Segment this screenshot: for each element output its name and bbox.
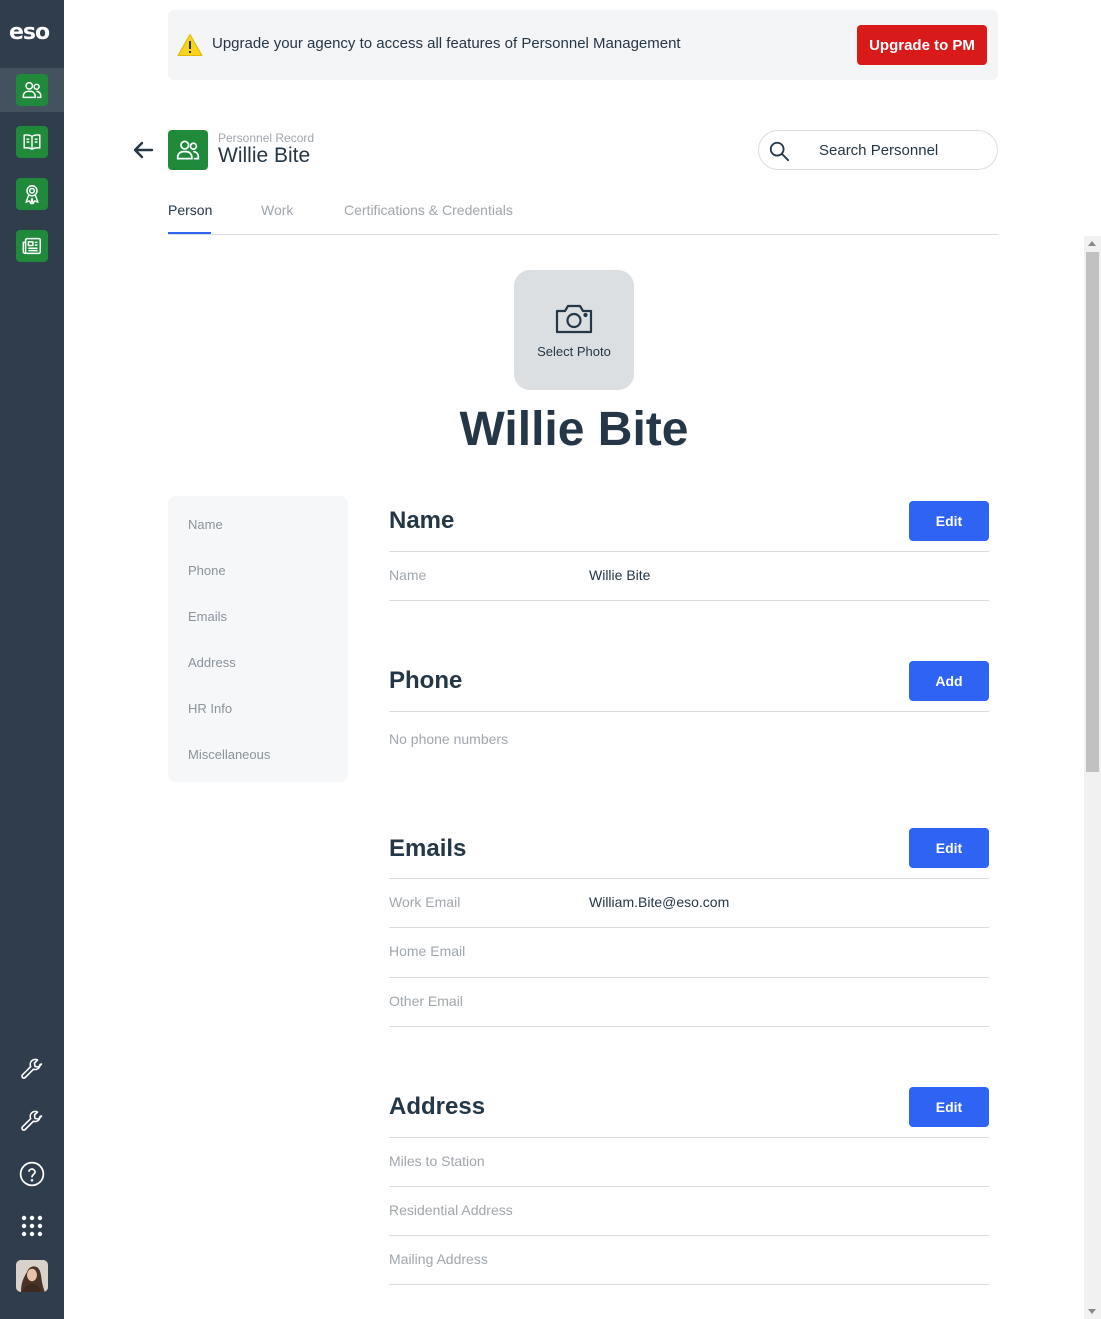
rail-tools-button-2[interactable] <box>16 1106 48 1138</box>
newspaper-icon <box>22 237 41 255</box>
add-phone-button[interactable]: Add <box>909 661 989 701</box>
mailing-address-label: Mailing Address <box>389 1251 488 1267</box>
tab-work[interactable]: Work <box>261 202 293 218</box>
rail-news-button[interactable] <box>16 230 48 262</box>
scrollbar[interactable] <box>1084 236 1101 1319</box>
app-grid-icon <box>21 1215 43 1237</box>
divider <box>389 551 989 552</box>
divider <box>389 1284 989 1285</box>
wrench-icon <box>21 1058 43 1079</box>
select-photo-button[interactable]: Select Photo <box>514 270 634 390</box>
section-nav-phone[interactable]: Phone <box>188 563 226 578</box>
section-nav-address[interactable]: Address <box>188 655 236 670</box>
people-icon <box>22 81 42 99</box>
rail-certifications-button[interactable] <box>16 178 48 210</box>
divider <box>389 1026 989 1027</box>
upgrade-message: Upgrade your agency to access all featur… <box>212 35 681 52</box>
edit-name-button[interactable]: Edit <box>909 501 989 541</box>
section-nav-emails[interactable]: Emails <box>188 609 227 624</box>
scroll-up-arrow[interactable] <box>1088 241 1096 246</box>
upgrade-banner: Upgrade your agency to access all featur… <box>168 10 998 80</box>
home-email-label: Home Email <box>389 943 466 959</box>
address-section-title: Address <box>389 1093 486 1120</box>
divider <box>389 1186 989 1187</box>
rail-help-button[interactable] <box>16 1158 48 1190</box>
divider <box>389 977 989 978</box>
rail-apps-button[interactable] <box>16 1210 48 1242</box>
section-nav-hr-info[interactable]: HR Info <box>188 701 232 716</box>
scroll-thumb[interactable] <box>1086 252 1099 772</box>
eso-logo: eso <box>9 20 50 45</box>
upgrade-button[interactable]: Upgrade to PM <box>857 25 987 65</box>
name-section-title: Name <box>389 507 455 534</box>
section-nav-miscellaneous[interactable]: Miscellaneous <box>188 747 270 762</box>
people-icon <box>176 140 200 160</box>
miles-to-station-label: Miles to Station <box>389 1153 485 1169</box>
app-rail: eso <box>0 0 64 1319</box>
tab-certifications[interactable]: Certifications & Credentials <box>344 202 513 218</box>
residential-address-label: Residential Address <box>389 1202 513 1218</box>
divider <box>389 1137 989 1138</box>
record-type-label: Personnel Record <box>218 131 315 145</box>
app-root: eso Upgrade your agency to access all fe… <box>0 0 1101 1319</box>
edit-address-button[interactable]: Edit <box>909 1087 989 1127</box>
phone-section-title: Phone <box>389 667 463 694</box>
divider <box>389 927 989 928</box>
record-tabs: Person Work Certifications & Credentials <box>168 200 998 235</box>
section-nav: Name Phone Emails Address HR Info Miscel… <box>168 496 348 782</box>
work-email-value: William.Bite@eso.com <box>589 894 730 910</box>
work-email-label: Work Email <box>389 894 461 910</box>
search-icon <box>769 141 790 162</box>
select-photo-label: Select Photo <box>537 344 611 359</box>
wrench-icon <box>21 1110 43 1131</box>
divider <box>389 711 989 712</box>
divider <box>389 878 989 879</box>
book-icon <box>23 134 41 151</box>
divider <box>389 600 989 601</box>
rail-training-button[interactable] <box>16 126 48 158</box>
phone-empty-text: No phone numbers <box>389 731 509 747</box>
warning-icon <box>177 34 203 56</box>
back-arrow-icon[interactable] <box>132 138 156 162</box>
active-tab-indicator <box>168 232 211 234</box>
scroll-down-arrow[interactable] <box>1088 1309 1096 1314</box>
rail-personnel-button[interactable] <box>16 74 48 106</box>
tab-person[interactable]: Person <box>168 202 212 218</box>
camera-icon <box>555 304 593 334</box>
name-field-value: Willie Bite <box>589 567 651 583</box>
other-email-label: Other Email <box>389 993 463 1009</box>
personnel-record-icon <box>168 130 208 170</box>
record-name: Willie Bite <box>218 144 311 167</box>
section-nav-name[interactable]: Name <box>188 517 223 532</box>
search-placeholder: Search Personnel <box>819 142 939 159</box>
profile-display-name: Willie Bite <box>459 403 689 456</box>
search-personnel-input[interactable]: Search Personnel <box>758 130 998 170</box>
user-avatar[interactable] <box>16 1260 48 1292</box>
rail-tools-button-1[interactable] <box>16 1054 48 1086</box>
divider <box>389 1235 989 1236</box>
edit-emails-button[interactable]: Edit <box>909 828 989 868</box>
help-circle-icon <box>19 1161 45 1187</box>
name-field-label: Name <box>389 567 427 583</box>
emails-section-title: Emails <box>389 835 467 862</box>
award-icon <box>25 185 39 205</box>
